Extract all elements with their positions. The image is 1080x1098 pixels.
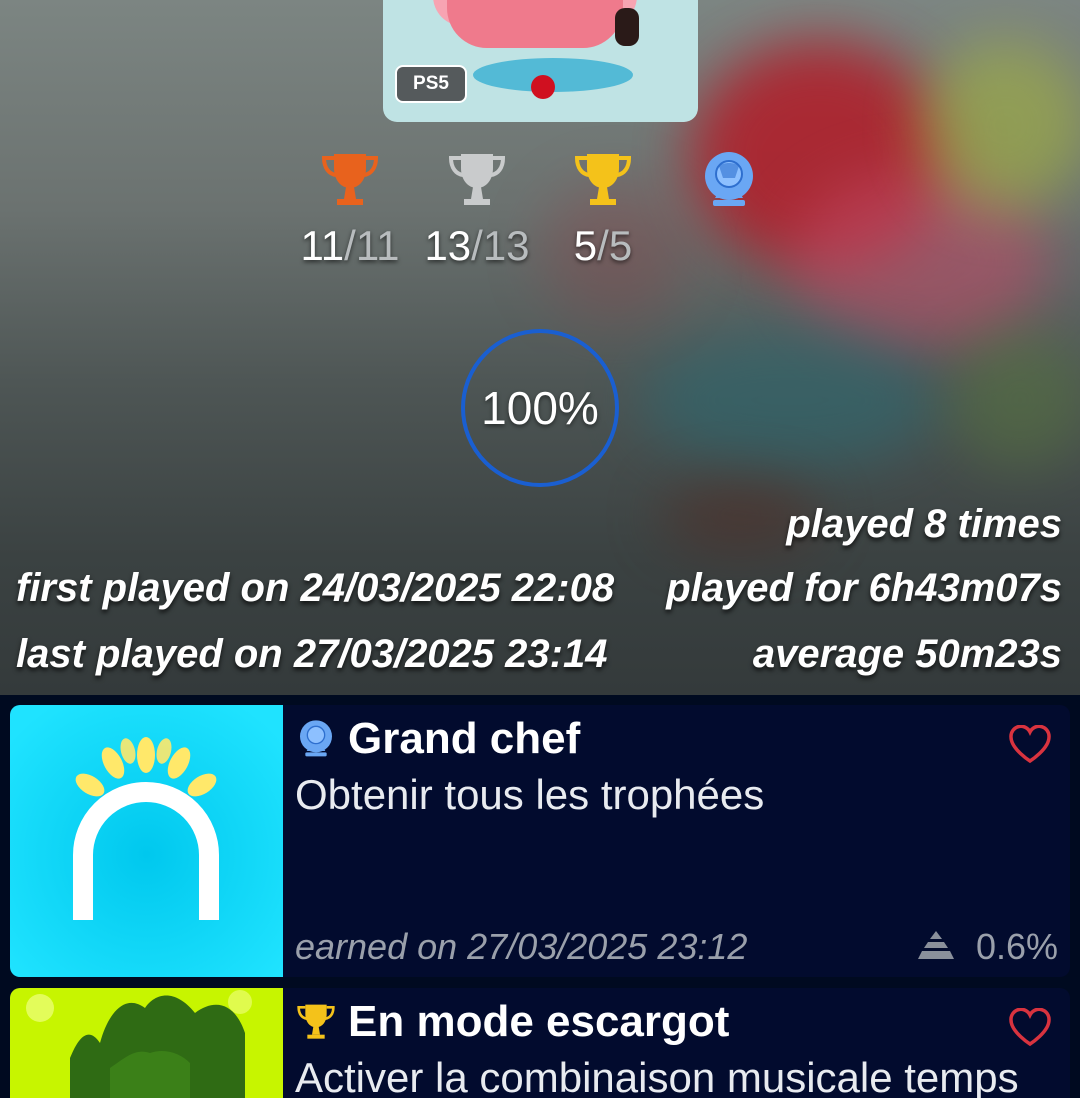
bronze-trophy-icon — [321, 154, 379, 205]
trophy-description: Activer la combinaison musicale temps — [295, 1054, 1019, 1098]
trophy-count-bronze: 11/11 — [290, 150, 410, 270]
background-blur — [640, 330, 940, 470]
trophy-list-item[interactable]: En mode escargot Activer la combinaison … — [10, 988, 1070, 1098]
background-blur — [920, 40, 1080, 210]
platform-badge: PS5 — [395, 65, 467, 103]
silver-trophy-icon — [448, 154, 506, 205]
favorite-heart-icon[interactable] — [1008, 1008, 1052, 1048]
platinum-trophy-icon — [705, 152, 753, 206]
platinum-trophy-icon — [300, 720, 332, 757]
rarity-pyramid-icon — [918, 931, 954, 959]
trophy-title: Grand chef — [348, 714, 581, 763]
trophy-count-gold: 5/5 — [543, 150, 663, 270]
trophy-earned-date: earned on 27/03/2025 23:12 — [295, 926, 748, 967]
gold-trophy-icon — [297, 1004, 335, 1039]
trophy-description: Obtenir tous les trophées — [295, 771, 765, 818]
trophy-list-item[interactable]: Grand chef Obtenir tous les trophées ear… — [10, 705, 1070, 977]
trophy-rarity: 0.6% — [975, 926, 1058, 967]
trophy-thumbnail — [10, 988, 283, 1098]
completion-percentage: 100% — [481, 382, 599, 434]
trophy-platinum — [669, 150, 789, 210]
first-played: first played on 24/03/2025 22:08 — [16, 566, 615, 610]
played-for: played for 6h43m07s — [666, 566, 1062, 610]
background-blur — [950, 330, 1080, 470]
last-played: last played on 27/03/2025 23:14 — [16, 632, 608, 676]
gold-trophy-icon — [574, 154, 632, 205]
game-cover-image[interactable]: PS5 — [383, 0, 698, 122]
trophy-thumbnail — [10, 705, 283, 977]
game-header: PS5 11/11 13/13 5/5 100% played 8 times … — [0, 0, 1080, 695]
trophy-count-silver: 13/13 — [417, 150, 537, 270]
played-times: played 8 times — [786, 502, 1062, 546]
average-session: average 50m23s — [752, 632, 1062, 676]
favorite-heart-icon[interactable] — [1008, 725, 1052, 765]
trophy-title: En mode escargot — [348, 997, 730, 1046]
